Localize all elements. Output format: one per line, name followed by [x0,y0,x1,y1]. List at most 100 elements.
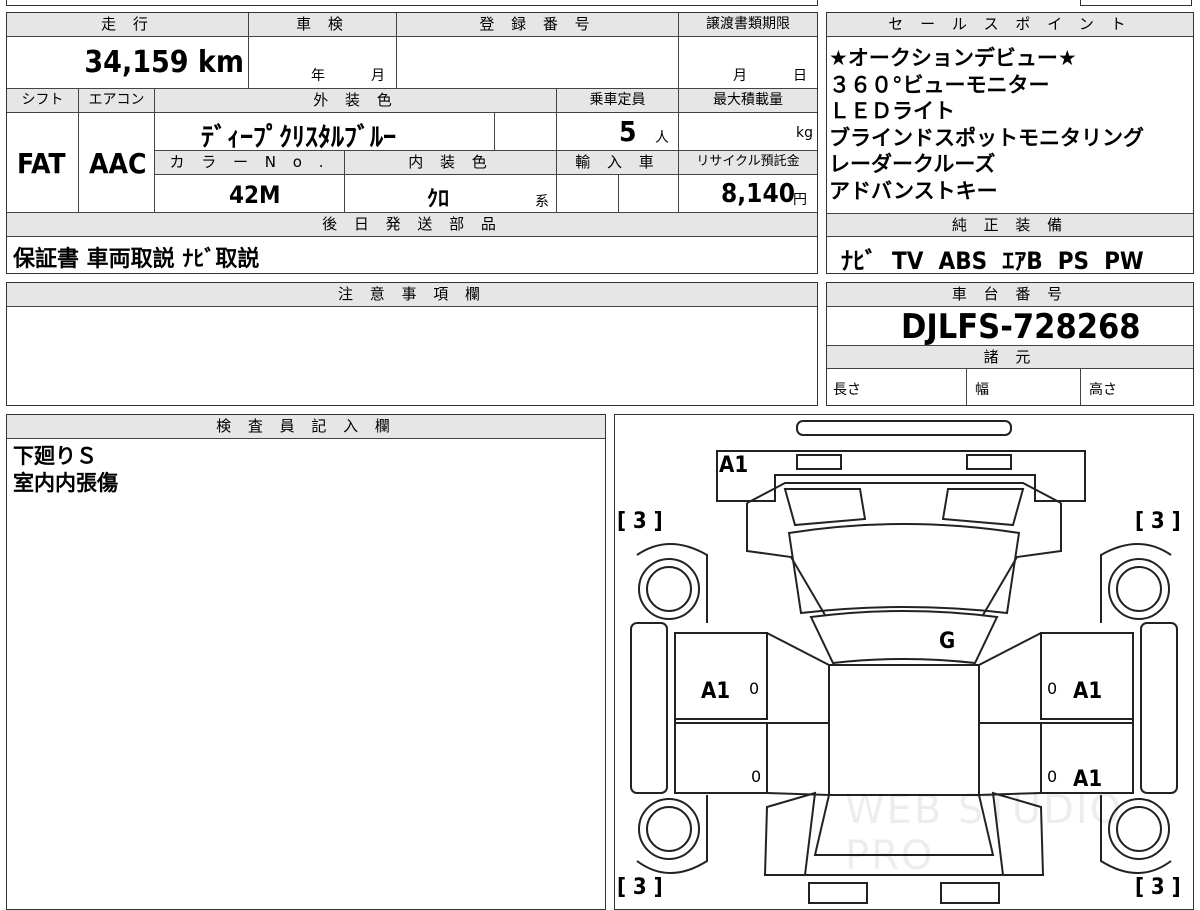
sales-points-header: セ ー ル ス ポ イ ン ト [827,13,1193,37]
interior-value: ｸﾛ [427,187,450,212]
hood-outline [746,482,1062,504]
shift-cell: FAT [7,113,79,213]
inspector-notes: 下廻りＳ 室内内張傷 [13,443,118,497]
windshield-outline [787,523,1021,615]
capacity-value: 5 [619,115,637,148]
interior-suffix: 系 [535,194,549,210]
fender-left-front [746,503,826,616]
spec-header: 諸 元 [827,345,1193,369]
grille-right [941,488,1025,527]
vehicle-info-grid: 走 行 車 検 登 録 番 号 譲渡書類期限 34,159 km 年 月 月 日… [6,12,818,274]
sales-point: ３６０°ビューモニター [829,72,1050,97]
transfer-cell: 月 日 [679,37,817,89]
inspector-header: 検 査 員 記 入 欄 [7,415,605,439]
car-damage-diagram: [ 3 ] [ 3 ] [ 3 ] [ 3 ] A1 G A1 A1 A1 0 … [614,414,1194,910]
sales-point: レーダークルーズ [829,152,996,176]
roof-outline [828,664,980,796]
ac-cell: AAC [79,113,155,213]
right-front-door [1040,632,1134,720]
maxload-header: 最大積載量 [679,89,817,113]
height-label: 高さ [1089,382,1117,398]
notes-header: 注 意 事 項 欄 [7,283,817,307]
recycle-header: リサイクル預託金 [679,151,817,175]
front-plate-outline [796,420,1012,436]
chassis-panel: 車 台 番 号 DJLFS-728268 諸 元 長さ 幅 高さ [826,282,1194,406]
equipment-value: ﾅﾋﾞ TV ABS ｴｱB PS PW [841,247,1144,275]
chassis-number: DJLFS-728268 [901,307,1141,347]
inspector-panel: 検 査 員 記 入 欄 下廻りＳ 室内内張傷 [6,414,606,910]
sales-point: ＬＥＤライト [829,99,955,123]
width-label: 幅 [975,382,989,398]
front-light-left [796,454,842,470]
height-cell: 高さ [1081,369,1193,405]
left-front-door [674,632,768,720]
recycle-value: 8,140 [721,179,795,209]
interior-header: 内 装 色 [345,151,557,175]
exterior-value: ﾃﾞｨｰﾌﾟｸﾘｽﾀﾙﾌﾞﾙｰ [201,123,397,153]
import-cell-a [557,175,619,213]
left-pillar [766,632,830,797]
dash-outline [809,610,999,665]
mark-front-bumper: A1 [719,453,749,478]
inspection-cell: 年 月 [249,37,397,89]
transfer-header: 譲渡書類期限 [679,13,817,37]
mark-zero-lf: 0 [749,679,760,698]
grille-left [783,488,867,527]
import-cell-b [619,175,679,213]
exterior-extra-cell [495,113,557,151]
maxload-unit: kg [796,125,813,141]
notes-panel: 注 意 事 項 欄 [6,282,818,406]
sales-points-list: ★オークションデビュー★ ３６０°ビューモニター ＬＥＤライト ブラインドスポッ… [829,45,1144,204]
width-cell: 幅 [967,369,1081,405]
capacity-header: 乗車定員 [557,89,679,113]
front-light-right [966,454,1012,470]
inspection-year: 年 [311,68,325,84]
colorno-header: カ ラ ー N o . [155,151,345,175]
top-strip-right [1080,0,1192,6]
length-label: 長さ [833,382,861,398]
rear-light-left [808,882,868,904]
left-side-strip [630,622,668,794]
right-side-strip [1140,622,1178,794]
import-header: 輸 入 車 [557,151,679,175]
later-parts-value: 保証書 車両取説 ﾅﾋﾞ取説 [13,247,260,272]
tire-mark-front-right: [ 3 ] [1135,509,1181,534]
mark-right-front-door: A1 [1073,679,1103,704]
shift-header: シフト [7,89,79,113]
transfer-day: 日 [793,68,807,84]
length-cell: 長さ [827,369,967,405]
right-sill-line [979,707,1134,724]
capacity-unit: 人 [655,130,669,146]
ac-header: エアコン [79,89,155,113]
left-sill-line [674,707,829,724]
shift-value: FAT [17,147,66,180]
ac-value: AAC [89,147,147,180]
rear-quarter-left [763,791,817,876]
interior-cell: ｸﾛ 系 [345,175,557,213]
later-parts-header: 後 日 発 送 部 品 [7,213,817,237]
mark-windshield: G [939,629,956,654]
sales-point: ブラインドスポットモニタリング [829,125,1144,150]
mark-left-front-door: A1 [701,679,731,704]
sales-points-panel: セ ー ル ス ポ イ ン ト ★オークションデビュー★ ３６０°ビューモニター… [826,12,1194,275]
inspector-line: 下廻りＳ [13,444,97,468]
capacity-cell: 5 人 [557,113,679,151]
mark-zero-lr: 0 [751,767,762,786]
registration-header: 登 録 番 号 [397,13,679,37]
exterior-cell: ﾃﾞｨｰﾌﾟｸﾘｽﾀﾙﾌﾞﾙｰ [155,113,495,153]
maxload-cell: kg [679,113,817,151]
recycle-unit: 円 [793,192,807,208]
chassis-header: 車 台 番 号 [827,283,1193,307]
transfer-month: 月 [733,68,747,84]
inspector-line: 室内内張傷 [13,471,118,495]
sales-point: アドバンストキー [829,178,998,203]
colorno-value: 42M [229,181,281,209]
tire-mark-rear-left: [ 3 ] [617,875,663,900]
inspection-header: 車 検 [249,13,397,37]
top-strip [6,0,818,6]
fender-right-front [982,503,1062,616]
inspection-month: 月 [371,68,385,84]
equipment-header: 純 正 装 備 [827,213,1193,237]
rear-light-right [940,882,1000,904]
front-bumper-outline [716,450,1086,502]
